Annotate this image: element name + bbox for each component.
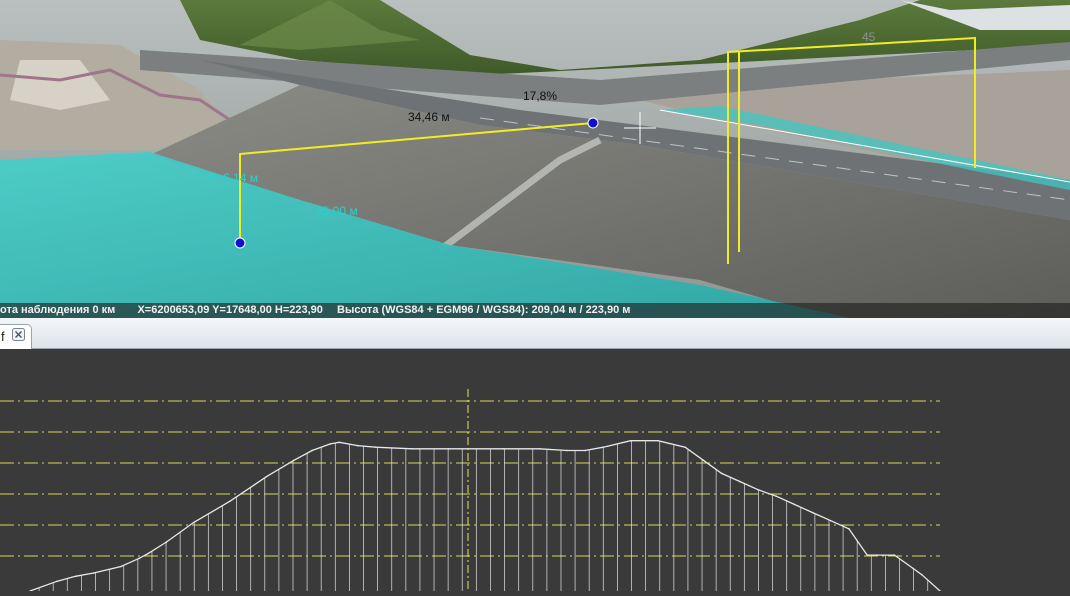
profile-point [92,572,95,574]
profile-point [56,580,59,582]
profile-point [602,446,605,449]
status-bar: ота наблюдения 0 км X=6200653,09 Y=17648… [0,303,1070,318]
tab-profile[interactable]: f [0,324,32,349]
profile-point [875,554,878,556]
road-marker-label: 45 [862,30,876,44]
profile-point [866,554,868,556]
profile-point [720,472,723,475]
profile-point [739,480,741,483]
slope-distance-label: 34,46 м [408,110,450,124]
height-diff-label: h= 6,14 м [206,171,258,185]
profile-plot[interactable] [0,349,1070,592]
profile-point [657,439,659,442]
height-text: Высота (WGS84 + EGM96 / WGS84): 209,04 м… [337,304,631,316]
profile-point [538,448,541,450]
profile-point [848,528,850,530]
profile-point [447,448,450,450]
profile-point [229,500,231,502]
profile-point [629,439,632,442]
profile-point [893,554,896,556]
horizontal-distance-label: 35,00 м [316,204,358,218]
terrain-render[interactable] [0,0,1070,318]
measure-point-start[interactable] [234,237,246,249]
profile-point [293,459,295,462]
profile-point [921,573,923,576]
profile-point [193,521,195,524]
profile-point [165,541,168,543]
elevation-profile-chart[interactable] [0,349,1070,592]
tab-title: f [1,329,5,344]
profile-point [329,443,332,445]
profile-point [684,446,686,449]
observation-distance-text: ота наблюдения 0 км [0,304,116,316]
profile-point [702,459,705,462]
slope-percent-label: 17,8% [523,89,558,103]
profile-point [584,449,586,452]
profile-point [775,495,777,498]
profile-point [830,519,832,522]
profile-point [356,444,359,447]
profile-point [74,575,77,578]
profile-point [502,448,505,450]
close-icon[interactable] [12,328,25,341]
profile-point [138,557,140,560]
coordinates-text: X=6200653,09 Y=17648,00 H=223,90 [137,304,323,316]
profile-point [911,567,914,569]
profile-point [338,441,341,444]
profile-point [147,552,150,555]
3d-scene-view[interactable]: h= 6,14 м 35,00 м 34,46 м 17,8% 45 ота н… [0,0,1070,318]
profile-point [566,449,568,452]
panel-tab-bar: f [0,318,1070,349]
profile-point [411,448,414,450]
profile-point [311,449,313,452]
profile-point [793,503,796,506]
profile-point [757,488,759,491]
profile-point [120,565,122,568]
profile-point [811,511,814,514]
profile-point [375,446,377,449]
measure-point-end[interactable] [587,117,599,129]
profile-point [265,475,268,478]
